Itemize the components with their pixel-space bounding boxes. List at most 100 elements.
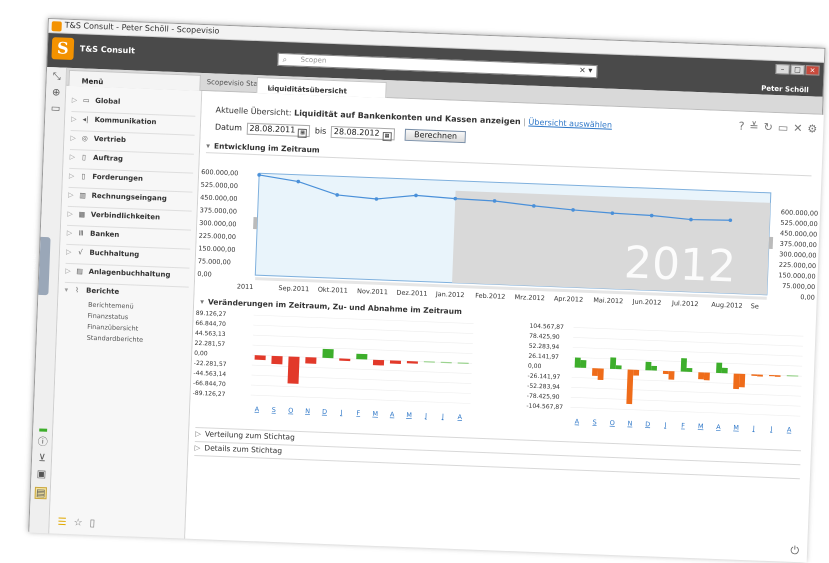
y-tick-label-left: 225.000,00	[199, 232, 236, 241]
app-icon	[51, 21, 61, 31]
divider	[194, 455, 800, 479]
menu-side-tab[interactable]: Menü	[38, 237, 50, 295]
company-name: T&S Consult	[80, 44, 135, 55]
chart-icon: √	[74, 248, 86, 256]
y-tick-label: -26.141,97	[527, 373, 560, 381]
bar	[373, 360, 384, 366]
page-icon[interactable]: ▯	[89, 518, 95, 529]
bar	[626, 370, 633, 405]
menu-side-tab-label: Menü	[30, 254, 38, 271]
reports-icon: ⌇	[71, 286, 83, 294]
x-tick-label: M	[698, 422, 704, 430]
overview-separator: |	[523, 117, 526, 126]
minimize-button[interactable]: –	[775, 64, 789, 75]
bar	[616, 365, 622, 369]
power-icon[interactable]: ⏻	[790, 544, 799, 558]
content-toolbar: ? ≚ ↻ ▭ ✕ ⚙	[733, 119, 817, 135]
info-icon[interactable]: ⓘ	[36, 437, 48, 449]
sidebar-subitem-berichtemenue[interactable]: Berichtemenü	[88, 301, 134, 311]
bar	[390, 360, 401, 364]
bar	[407, 361, 418, 364]
x-tick-label: Sep.2011	[278, 284, 309, 293]
scopevisio-logo: S	[51, 37, 74, 60]
add-icon[interactable]: ⊕	[50, 87, 62, 99]
bar	[339, 358, 350, 361]
communication-icon: ◂|	[79, 115, 91, 123]
collapse-all-icon[interactable]: ≚	[749, 120, 759, 133]
keyboard-icon[interactable]: ▤	[35, 487, 47, 499]
bank-icon: Ⅲ	[75, 229, 87, 237]
signal-icon[interactable]: ▂	[37, 421, 49, 433]
y-tick-label-right: 150.000,00	[778, 271, 815, 280]
gridline	[573, 347, 803, 356]
cart-icon[interactable]: ⊻	[36, 453, 48, 465]
x-tick-label: N	[627, 420, 632, 428]
range-right-handle	[769, 237, 773, 249]
overview-select-link[interactable]: Übersicht auswählen	[528, 118, 612, 130]
bar	[663, 371, 669, 374]
gridline	[253, 325, 473, 333]
bar	[305, 357, 316, 364]
date-label: Datum	[215, 122, 242, 132]
x-tick-label: F	[356, 409, 360, 417]
tab-close-icon[interactable]: ×	[267, 84, 273, 92]
folder-icon[interactable]: ▭	[49, 103, 61, 115]
y-tick-label-left: 525.000,00	[201, 181, 238, 190]
bar	[580, 360, 586, 368]
bar	[686, 368, 692, 372]
bar	[733, 374, 739, 390]
bar	[704, 372, 710, 380]
x-tick-label: J	[769, 425, 772, 433]
bar	[722, 368, 728, 374]
camera-icon[interactable]: ▣	[35, 469, 47, 481]
search-input[interactable]: ⌕ Scopen × ▾	[277, 53, 597, 78]
y-tick-label-left: 450.000,00	[200, 193, 237, 202]
window-controls: –□×	[774, 64, 819, 76]
gridline	[254, 315, 474, 323]
close-view-icon[interactable]: ✕	[793, 122, 803, 135]
x-tick-label: J	[339, 408, 342, 416]
date-to-field[interactable]: 28.08.2012▦	[331, 126, 395, 140]
star-icon[interactable]: ☆	[73, 517, 82, 528]
calendar-icon[interactable]: ▦	[298, 129, 307, 138]
y-tick-label: 52.283,94	[529, 343, 560, 351]
sidebar-subitem-finanzuebersicht[interactable]: Finanzübersicht	[87, 323, 138, 333]
y-tick-label-left: 600.000,00	[201, 168, 238, 177]
x-tick-label: 2011	[237, 282, 254, 291]
bar	[575, 358, 581, 368]
close-button[interactable]: ×	[805, 65, 819, 76]
gridline	[253, 345, 473, 353]
settings-icon[interactable]: ⚙	[807, 122, 817, 135]
search-clear-icon[interactable]: × ▾	[579, 65, 593, 75]
compute-button[interactable]: Berechnen	[405, 129, 466, 143]
tab-menu-close-icon[interactable]: ×	[81, 77, 87, 85]
sidebar-subitem-standardberichte[interactable]: Standardberichte	[87, 334, 144, 344]
help-icon[interactable]: ?	[738, 120, 744, 133]
window-icon[interactable]: ▭	[778, 121, 789, 134]
section-details-title: Details zum Stichtag	[204, 443, 282, 455]
x-tick-label: Aug.2012	[711, 301, 743, 310]
x-tick-label: Feb.2012	[475, 292, 505, 301]
user-name[interactable]: Peter Schöll	[761, 84, 809, 94]
calendar-icon[interactable]: ▦	[382, 132, 391, 141]
date-from-field[interactable]: 28.08.2011▦	[246, 123, 310, 137]
gridline	[571, 397, 801, 406]
y-tick-label: 66.844,70	[195, 320, 226, 328]
bar	[716, 363, 722, 374]
list-icon[interactable]: ☰	[57, 517, 66, 528]
bar	[598, 368, 604, 380]
gridline	[253, 335, 473, 343]
x-tick-label: A	[255, 405, 260, 413]
window-title: T&S Consult - Peter Schöll - Scopevisio	[65, 21, 220, 36]
main-content: ?≚↻▭✕⚙ Aktuelle Übersicht: Liquidität au…	[185, 91, 824, 563]
y-tick-label-left: 300.000,00	[199, 219, 236, 228]
maximize-button[interactable]: □	[790, 65, 804, 76]
collapse-icon[interactable]: ⤡	[51, 71, 63, 83]
app-window: T&S Consult - Peter Schöll - Scopevisio …	[28, 18, 825, 561]
x-tick-label: Nov.2011	[357, 287, 388, 296]
refresh-icon[interactable]: ↻	[763, 121, 773, 134]
tab-scopevisio-start[interactable]: Scopevisio Start	[207, 78, 264, 88]
x-tick-label: A	[390, 410, 395, 418]
sidebar-subitem-finanzstatus[interactable]: Finanzstatus	[87, 312, 128, 322]
x-tick-label: J	[424, 412, 427, 420]
